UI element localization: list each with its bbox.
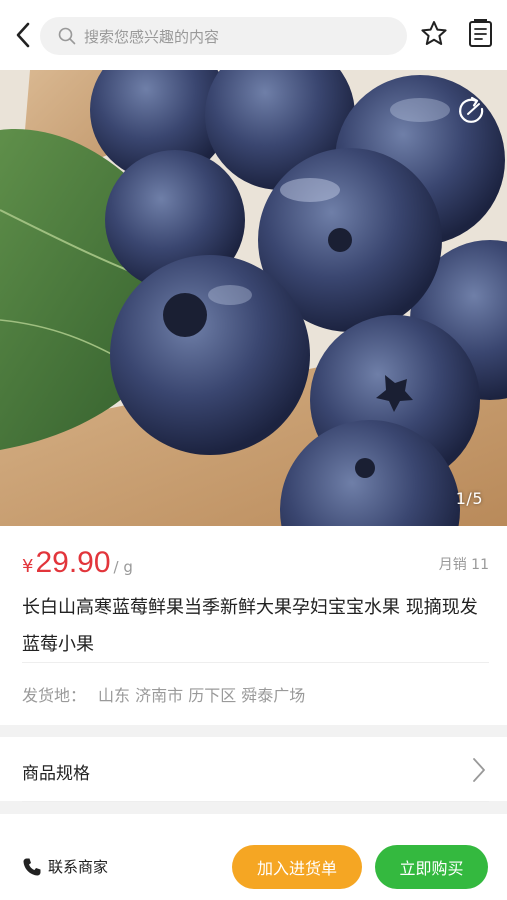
product-photo bbox=[0, 70, 507, 526]
currency-symbol: ¥ bbox=[22, 556, 34, 577]
add-to-cart-button[interactable]: 加入进货单 bbox=[232, 845, 362, 889]
notes-icon bbox=[469, 19, 492, 47]
image-counter: 1/5 bbox=[455, 489, 483, 508]
shipping-location: 山东 济南市 历下区 舜泰广场 bbox=[98, 686, 306, 705]
product-detail-page: 搜索您感兴趣的内容 1/5 ¥ 29.90 / g 月销 11 长白山高寒蓝莓鲜… bbox=[0, 0, 507, 900]
notes-button[interactable] bbox=[466, 17, 496, 49]
product-title: 长白山高寒蓝莓鲜果当季新鲜大果孕妇宝宝水果 现摘现发 蓝莓小果 bbox=[22, 597, 478, 655]
contact-label: 联系商家 bbox=[48, 858, 109, 876]
search-placeholder: 搜索您感兴趣的内容 bbox=[84, 27, 220, 46]
share-button[interactable] bbox=[455, 94, 489, 128]
top-bar: 搜索您感兴趣的内容 bbox=[0, 0, 507, 70]
price-unit: / g bbox=[113, 558, 133, 576]
shipping-origin: 发货地： 山东 济南市 历下区 舜泰广场 bbox=[22, 682, 305, 706]
chevron-right-icon bbox=[473, 758, 485, 782]
back-icon bbox=[16, 22, 30, 48]
divider bbox=[22, 662, 489, 663]
star-icon bbox=[421, 21, 447, 45]
product-image-carousel[interactable]: 1/5 bbox=[0, 70, 507, 526]
product-price: 29.90 bbox=[35, 546, 111, 579]
search-icon bbox=[58, 27, 76, 45]
monthly-sales: 月销 11 bbox=[438, 557, 489, 573]
price-row: ¥ 29.90 / g bbox=[22, 546, 133, 580]
bottom-action-bar: 联系商家 加入进货单 立即购买 bbox=[0, 814, 507, 900]
divider bbox=[22, 801, 489, 802]
search-input[interactable]: 搜索您感兴趣的内容 bbox=[40, 17, 407, 55]
back-button[interactable] bbox=[6, 17, 42, 53]
share-icon bbox=[459, 96, 484, 123]
spec-selector-row[interactable]: 商品规格 bbox=[0, 737, 507, 801]
buy-now-button[interactable]: 立即购买 bbox=[375, 845, 488, 889]
phone-icon bbox=[23, 858, 41, 875]
product-info-card: ¥ 29.90 / g 月销 11 长白山高寒蓝莓鲜果当季新鲜大果孕妇宝宝水果 … bbox=[0, 526, 507, 725]
favorite-button[interactable] bbox=[418, 18, 450, 50]
shipping-label: 发货地： bbox=[22, 686, 87, 705]
spec-label: 商品规格 bbox=[22, 764, 90, 784]
contact-seller-button[interactable]: 联系商家 bbox=[22, 856, 108, 877]
